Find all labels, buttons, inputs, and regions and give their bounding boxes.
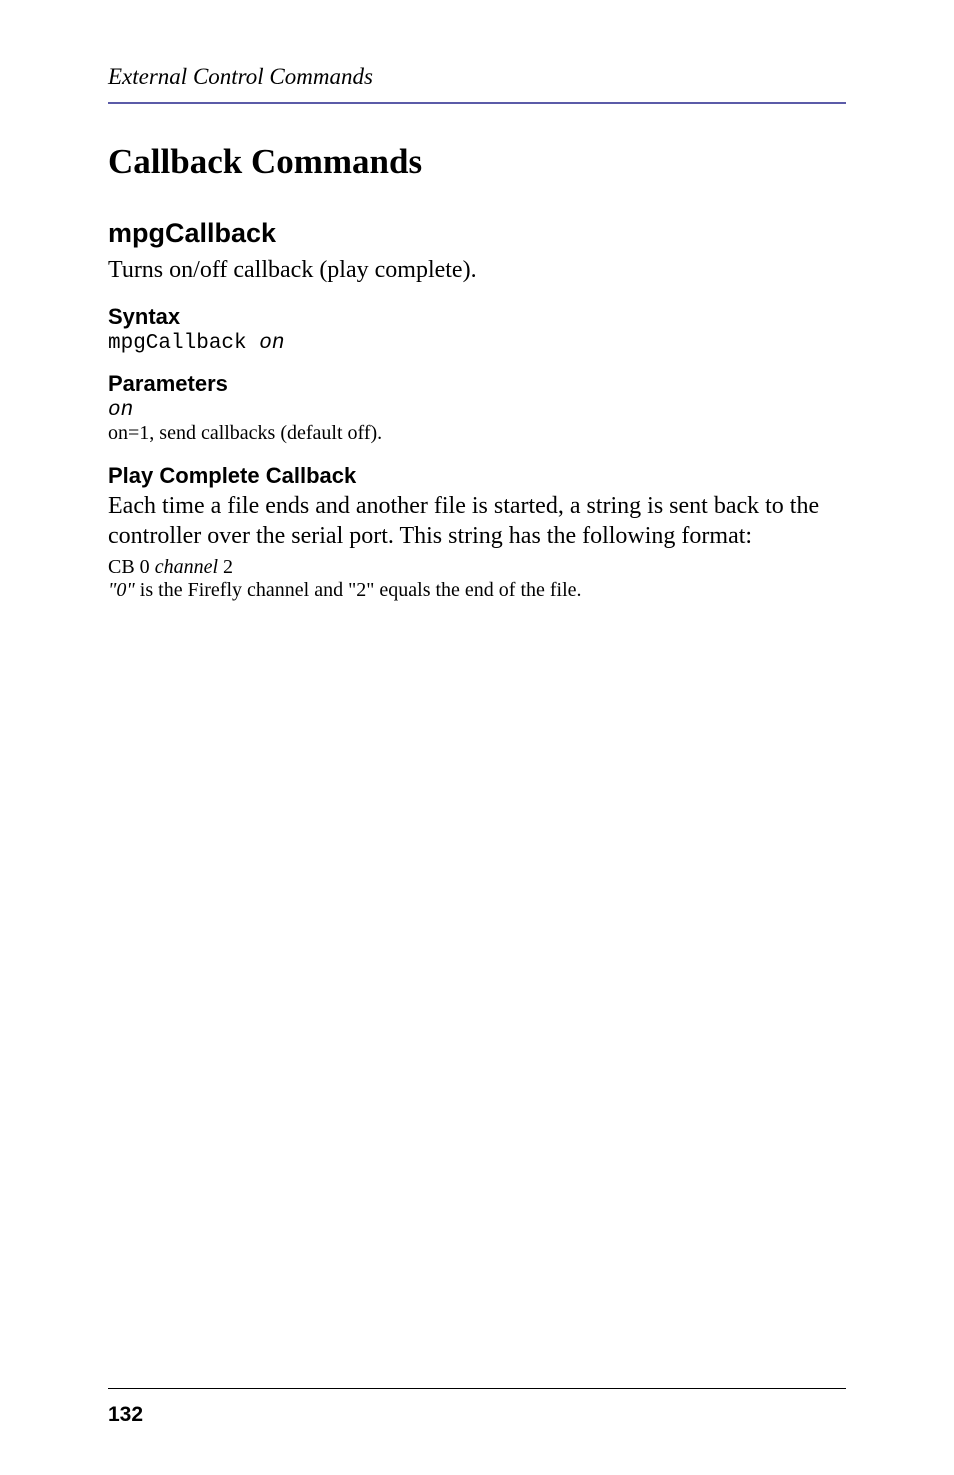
cb-note-rest: is the Firefly channel and "2" equals th…: [135, 579, 582, 601]
footer-rule: [108, 1388, 846, 1389]
command-description: Turns on/off callback (play complete).: [108, 255, 846, 286]
param-desc: on=1, send callbacks (default off).: [108, 422, 846, 445]
syntax-line: mpgCallback on: [108, 332, 846, 355]
cb-prefix: CB 0: [108, 556, 155, 578]
parameters-label: Parameters: [108, 371, 846, 397]
footer: 132: [108, 1388, 846, 1427]
cb-note-zero: "0": [108, 579, 135, 601]
page-number: 132: [108, 1403, 846, 1427]
syntax-arg: on: [259, 332, 284, 355]
play-complete-label: Play Complete Callback: [108, 463, 846, 489]
header-rule: [108, 102, 846, 104]
callback-note: "0" is the Firefly channel and "2" equal…: [108, 579, 846, 602]
command-name: mpgCallback: [108, 218, 846, 249]
syntax-label: Syntax: [108, 304, 846, 330]
running-header: External Control Commands: [108, 64, 846, 90]
cb-channel: channel: [155, 556, 218, 578]
syntax-cmd: mpgCallback: [108, 332, 259, 355]
param-name: on: [108, 399, 846, 422]
section-title: Callback Commands: [108, 142, 846, 182]
cb-suffix: 2: [218, 556, 233, 578]
play-complete-body: Each time a file ends and another file i…: [108, 491, 846, 552]
callback-example: CB 0 channel 2: [108, 556, 846, 579]
